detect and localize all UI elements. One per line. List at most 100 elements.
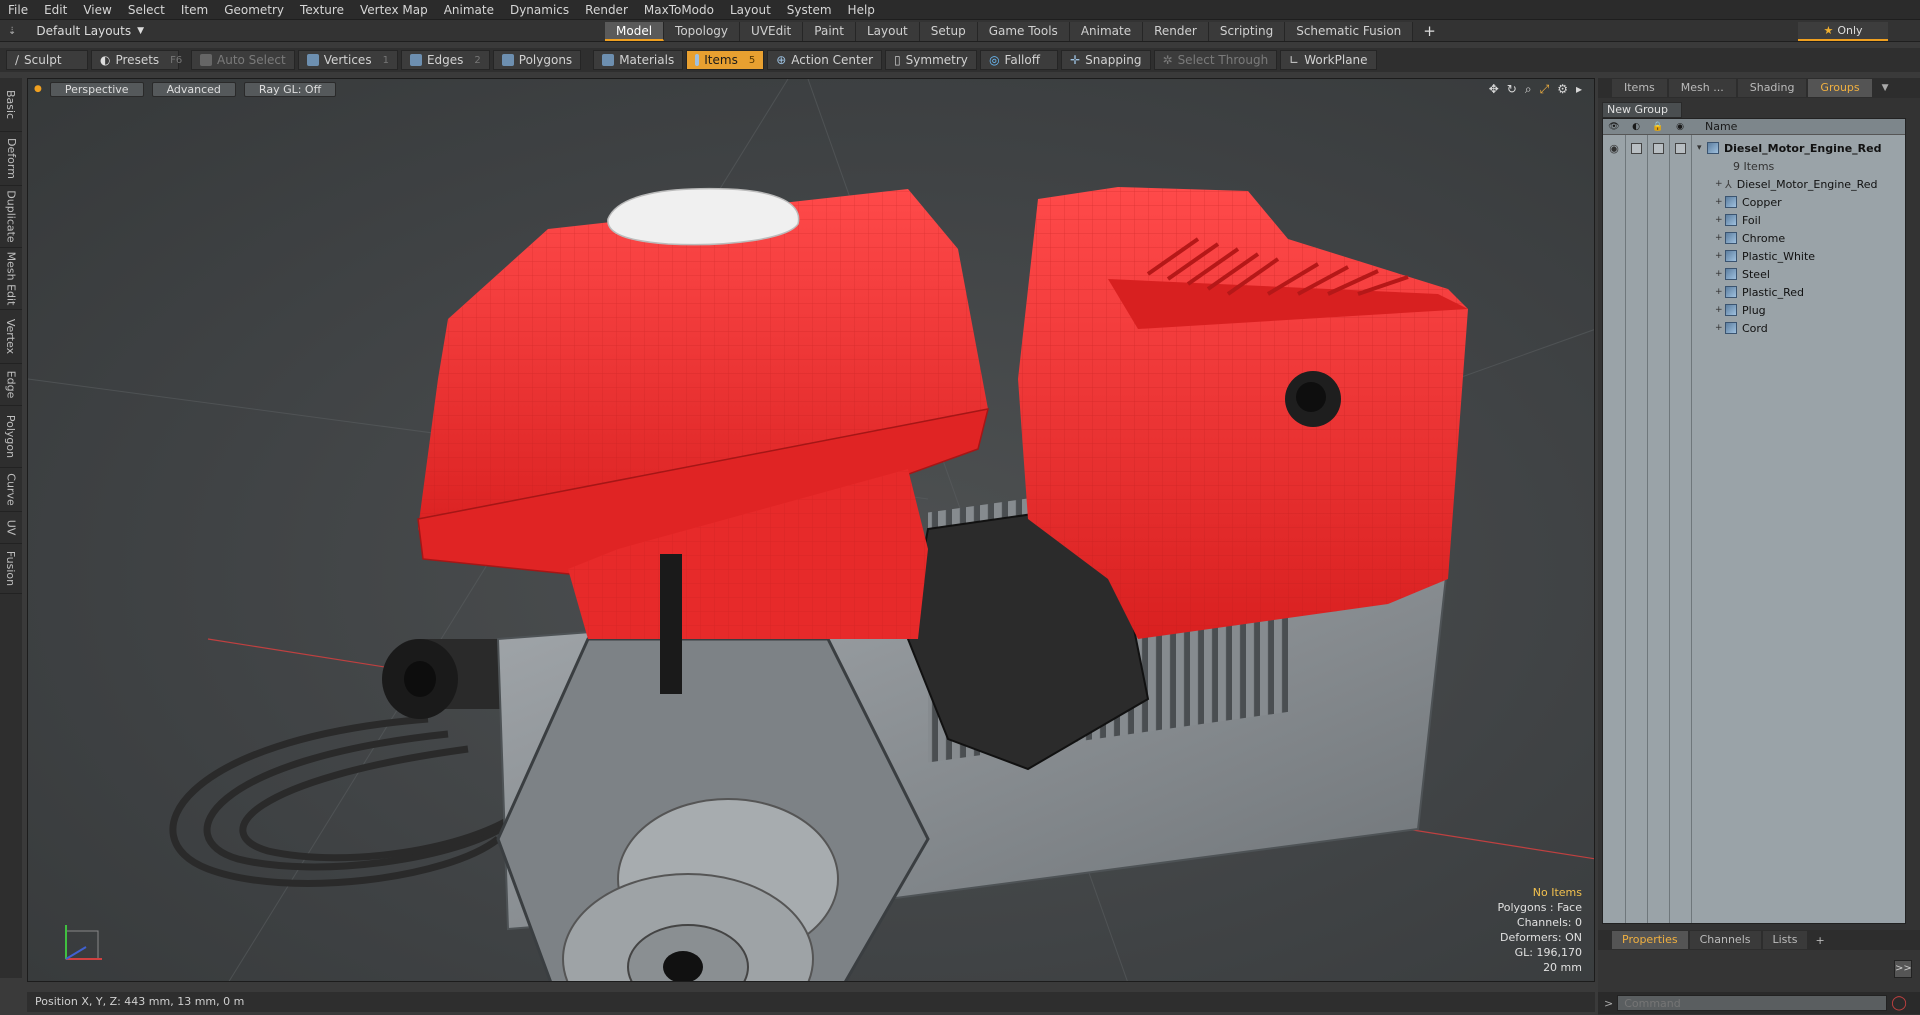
action-center-button[interactable]: ⊕ Action Center — [767, 50, 883, 70]
tab-mesh[interactable]: Mesh ... — [1668, 79, 1736, 97]
tab-game-tools[interactable]: Game Tools — [977, 22, 1070, 41]
left-tab-mesh-edit[interactable]: Mesh Edit — [0, 248, 22, 310]
left-tab-polygon[interactable]: Polygon — [0, 406, 22, 468]
expand-icon[interactable]: + — [1715, 197, 1725, 207]
presets-button[interactable]: ◐ Presets F6 — [91, 50, 182, 70]
select-col-icon[interactable]: ◉ — [1669, 122, 1691, 132]
group-row[interactable]: ◉ ▾ Diesel_Motor_Engine_Red — [1603, 139, 1905, 157]
vertices-button[interactable]: Vertices 1 — [297, 50, 398, 70]
expand-icon[interactable]: + — [1715, 233, 1725, 243]
tab-lists[interactable]: Lists — [1762, 931, 1808, 949]
render-col-icon[interactable]: ◐ — [1625, 122, 1647, 132]
render-toggle[interactable] — [1625, 139, 1647, 157]
layout-selector[interactable]: ⇣ Default Layouts ▼ — [8, 23, 144, 39]
tab-schematic-fusion[interactable]: Schematic Fusion — [1285, 22, 1414, 41]
tab-animate[interactable]: Animate — [1069, 22, 1144, 41]
raygl-button[interactable]: Ray GL: Off — [243, 81, 337, 97]
list-item[interactable]: + Plug — [1603, 301, 1905, 319]
engine-scene[interactable] — [28, 79, 1595, 982]
list-item[interactable]: + Copper — [1603, 193, 1905, 211]
falloff-button[interactable]: ◎ Falloff — [980, 50, 1059, 70]
menu-view[interactable]: View — [75, 0, 119, 20]
viewport-menu-dot[interactable]: ● — [34, 84, 42, 94]
menu-help[interactable]: Help — [840, 0, 883, 20]
list-item[interactable]: + Chrome — [1603, 229, 1905, 247]
menu-render[interactable]: Render — [577, 0, 636, 20]
tab-render[interactable]: Render — [1143, 22, 1209, 41]
expand-panel-icon[interactable]: >> — [1894, 960, 1912, 978]
zoom-icon[interactable]: ⌕ — [1525, 82, 1532, 97]
menu-maxtomodo[interactable]: MaxToModo — [636, 0, 722, 20]
tab-items[interactable]: Items — [1612, 79, 1667, 97]
left-tab-deform[interactable]: Deform — [0, 132, 22, 186]
left-tab-vertex[interactable]: Vertex — [0, 310, 22, 364]
expand-icon[interactable]: + — [1715, 251, 1725, 261]
rotate-view-icon[interactable]: ↻ — [1507, 82, 1517, 97]
name-column-header[interactable]: Name — [1705, 120, 1737, 133]
tab-setup[interactable]: Setup — [919, 22, 978, 41]
expand-icon[interactable]: + — [1715, 287, 1725, 297]
menu-item[interactable]: Item — [173, 0, 216, 20]
expand-icon[interactable]: + — [1715, 323, 1725, 333]
lock-toggle[interactable] — [1647, 139, 1669, 157]
list-item[interactable]: + ⅄ Diesel_Motor_Engine_Red — [1603, 175, 1905, 193]
menu-vertex-map[interactable]: Vertex Map — [352, 0, 436, 20]
symmetry-button[interactable]: ▯ Symmetry — [885, 50, 978, 70]
workplane-button[interactable]: ∟ WorkPlane — [1280, 50, 1377, 70]
left-tab-duplicate[interactable]: Duplicate — [0, 186, 22, 248]
items-button[interactable]: Items 5 — [686, 50, 765, 70]
lock-col-icon[interactable]: 🔒 — [1647, 122, 1669, 132]
menu-texture[interactable]: Texture — [292, 0, 352, 20]
gear-icon[interactable]: ⚙ — [1557, 82, 1568, 97]
menu-animate[interactable]: Animate — [436, 0, 502, 20]
polygons-button[interactable]: Polygons — [492, 50, 582, 70]
tab-channels[interactable]: Channels — [1689, 931, 1761, 949]
list-item[interactable]: + Steel — [1603, 265, 1905, 283]
list-item[interactable]: + Foil — [1603, 211, 1905, 229]
select-toggle[interactable] — [1669, 139, 1691, 157]
fit-view-icon[interactable]: ⤢ — [1540, 82, 1550, 97]
list-item[interactable]: + Cord — [1603, 319, 1905, 337]
menu-select[interactable]: Select — [120, 0, 173, 20]
sculpt-button[interactable]: ∕ Sculpt — [6, 50, 88, 70]
viewport-expand-icon[interactable]: ▸ — [1576, 82, 1582, 97]
auto-select-button[interactable]: Auto Select — [191, 50, 295, 70]
left-tab-fusion[interactable]: Fusion — [0, 544, 22, 594]
tab-properties[interactable]: Properties — [1612, 931, 1688, 949]
tab-uvedit[interactable]: UVEdit — [740, 22, 804, 41]
panel-menu-icon[interactable]: ▼ — [1882, 83, 1889, 93]
only-toggle[interactable]: ★ Only — [1798, 22, 1888, 41]
menu-layout[interactable]: Layout — [722, 0, 779, 20]
expand-icon[interactable]: + — [1715, 215, 1725, 225]
record-icon[interactable]: ◯ — [1891, 995, 1907, 1011]
tab-topology[interactable]: Topology — [664, 22, 741, 41]
tab-paint[interactable]: Paint — [803, 22, 856, 41]
left-tab-uv[interactable]: UV — [0, 512, 22, 544]
menu-dynamics[interactable]: Dynamics — [502, 0, 577, 20]
menu-edit[interactable]: Edit — [36, 0, 75, 20]
add-tab-icon[interactable]: + — [1815, 934, 1824, 947]
select-through-button[interactable]: ✲ Select Through — [1153, 50, 1278, 70]
eye-icon[interactable]: ◉ — [1603, 139, 1625, 157]
tab-layout[interactable]: Layout — [855, 22, 920, 41]
left-tab-curve[interactable]: Curve — [0, 468, 22, 512]
left-tab-edge[interactable]: Edge — [0, 364, 22, 406]
move-view-icon[interactable]: ✥ — [1489, 82, 1499, 97]
view-perspective-button[interactable]: Perspective — [49, 81, 144, 97]
add-tab-icon[interactable]: + — [1413, 22, 1446, 41]
visibility-col-icon[interactable]: 👁 — [1603, 122, 1625, 132]
expand-icon[interactable]: + — [1715, 179, 1725, 189]
tab-shading[interactable]: Shading — [1737, 79, 1807, 97]
snapping-button[interactable]: ✛ Snapping — [1061, 50, 1151, 70]
menu-system[interactable]: System — [779, 0, 840, 20]
left-tab-basic[interactable]: Basic — [0, 78, 22, 132]
menu-file[interactable]: File — [0, 0, 36, 20]
list-item[interactable]: + Plastic_Red — [1603, 283, 1905, 301]
tab-groups[interactable]: Groups — [1808, 79, 1872, 97]
expand-icon[interactable]: + — [1715, 269, 1725, 279]
new-group-button[interactable]: New Group — [1602, 102, 1682, 118]
command-input[interactable] — [1617, 995, 1888, 1011]
materials-button[interactable]: Materials — [593, 50, 684, 70]
menu-geometry[interactable]: Geometry — [216, 0, 292, 20]
list-item[interactable]: + Plastic_White — [1603, 247, 1905, 265]
